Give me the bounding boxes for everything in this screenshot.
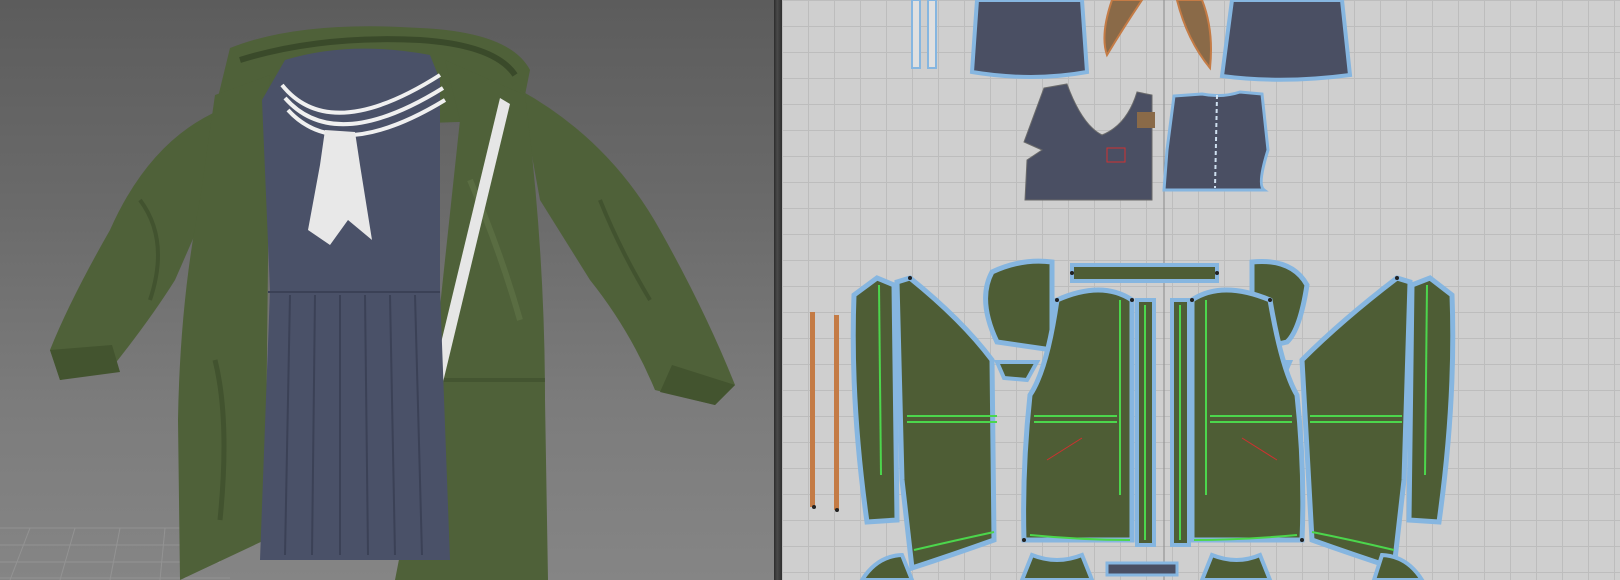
pattern-strap-pair[interactable]	[810, 312, 839, 510]
2d-pattern-viewport[interactable]	[782, 0, 1620, 580]
pattern-piece-bottom-band	[1105, 561, 1179, 577]
pattern-piece-coat-placket-left	[850, 275, 900, 525]
pattern-piece-scarf-right	[1175, 0, 1212, 71]
3d-scene[interactable]	[0, 0, 774, 580]
pattern-strip-pair[interactable]	[911, 0, 937, 69]
pattern-piece-bodice-front	[1023, 83, 1153, 201]
pattern-piece-hood-left	[983, 258, 1055, 353]
garment-editor	[0, 0, 1620, 580]
pattern-piece-hood-band	[1070, 263, 1219, 283]
pattern-piece-skirt-left	[969, 0, 1090, 79]
pattern-piece-bottom-1	[859, 552, 915, 580]
sailor-uniform[interactable]	[260, 48, 450, 561]
pattern-piece-skirt-right	[1219, 0, 1353, 82]
pattern-piece-small-brown	[1137, 112, 1155, 128]
pattern-piece-coat-placket-right	[1406, 275, 1456, 525]
view-splitter[interactable]	[774, 0, 782, 580]
pattern-piece-bottom-2	[1019, 552, 1095, 580]
pattern-piece-pocket-left	[993, 360, 1041, 383]
coat-pattern-pieces[interactable]	[810, 258, 1456, 580]
uniform-pattern-pieces[interactable]	[911, 0, 1353, 201]
pattern-piece-bottom-3	[1199, 552, 1273, 580]
3d-viewport[interactable]	[0, 0, 774, 580]
pattern-canvas[interactable]	[782, 0, 1620, 580]
coat-right-sleeve	[520, 90, 735, 405]
pattern-piece-scarf-left	[1103, 0, 1144, 58]
pattern-piece-bottom-4	[1371, 552, 1425, 580]
